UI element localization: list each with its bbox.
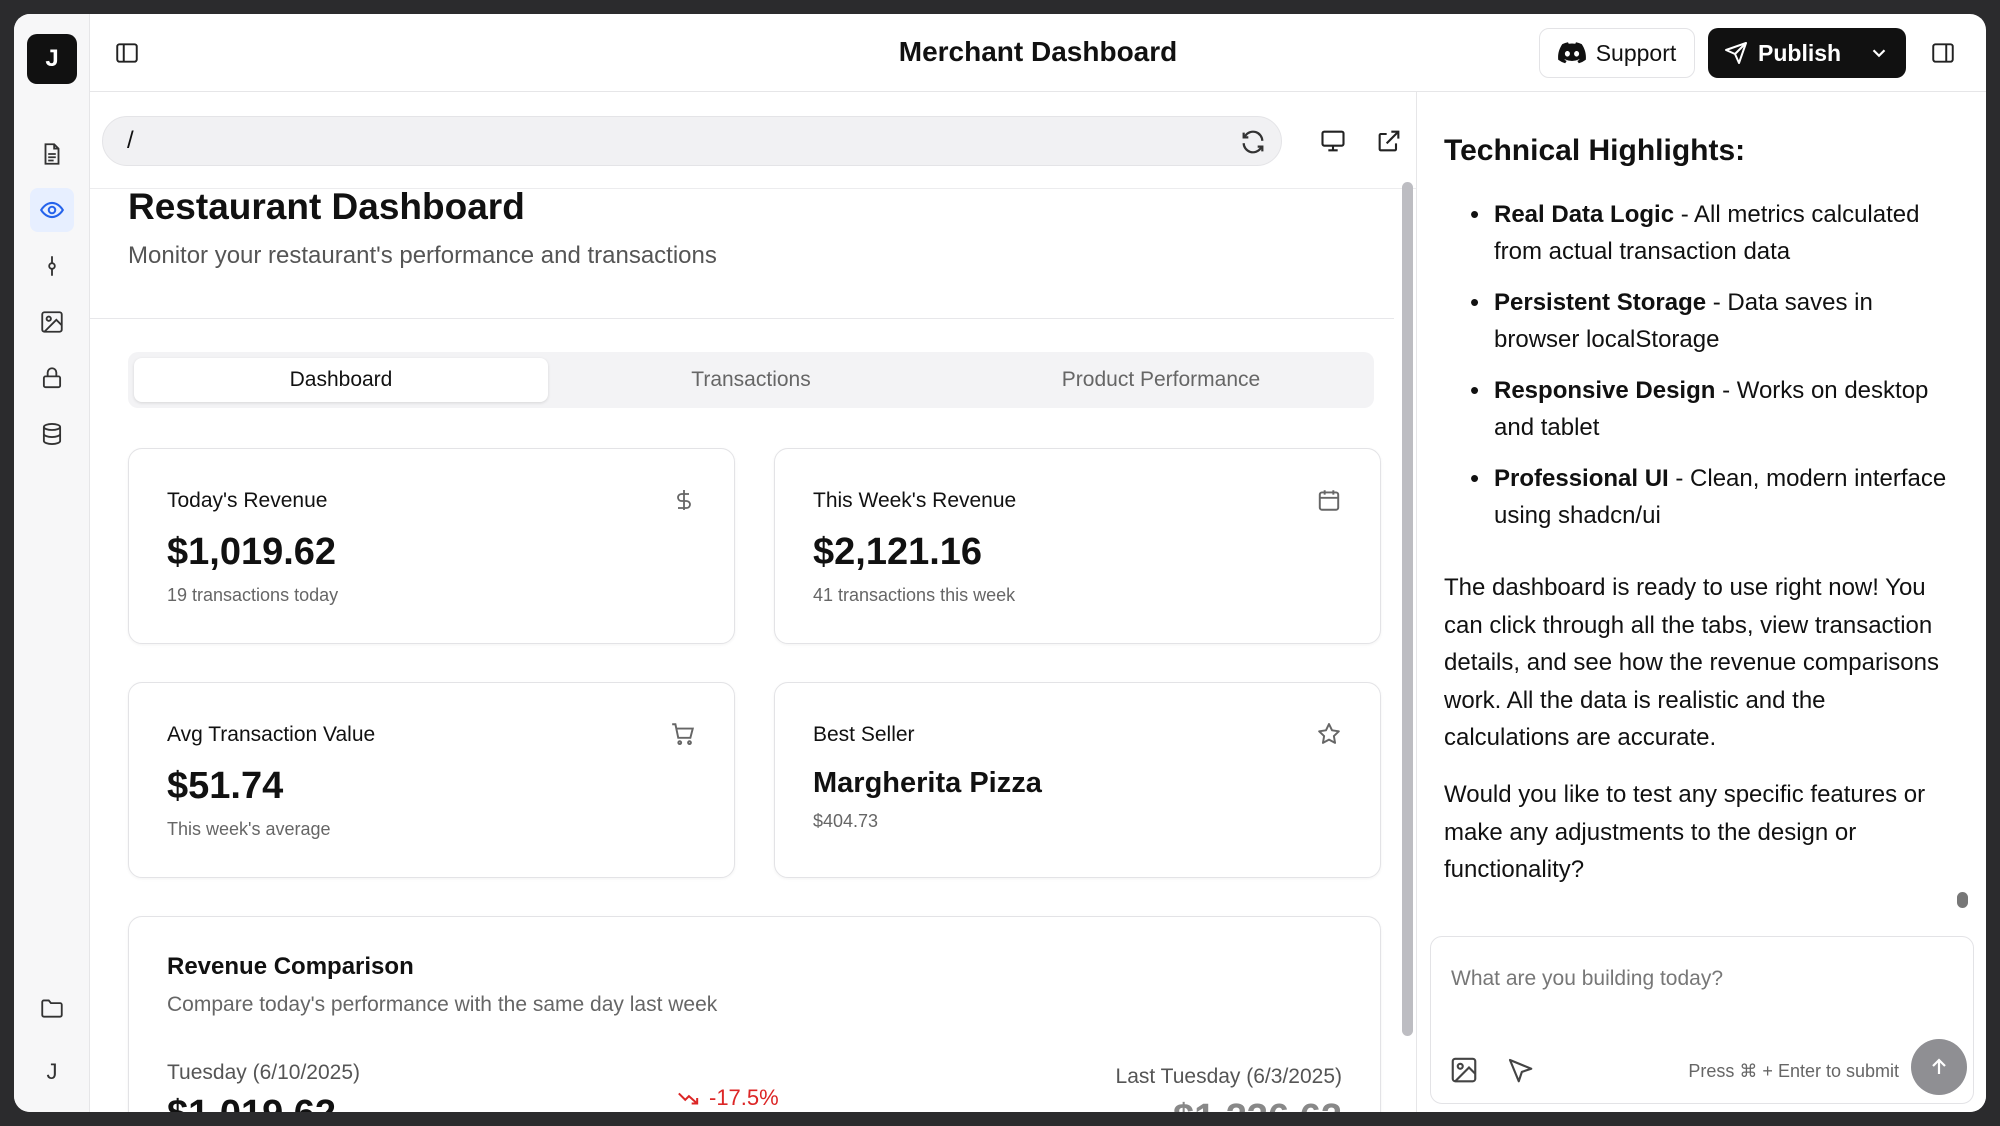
card-subtext: $404.73 — [813, 811, 879, 831]
tab-transactions[interactable]: Transactions — [544, 358, 958, 402]
card-subtext: 19 transactions today — [167, 585, 339, 605]
card-value: $1,019.62 — [167, 531, 337, 573]
chat-paragraph: The dashboard is ready to use right now!… — [1444, 574, 1939, 751]
url-bar[interactable]: / — [102, 116, 1282, 166]
panel-right-icon — [1932, 43, 1954, 63]
highlights-list: Real Data Logic - All metrics calculated… — [1444, 196, 1954, 548]
highlight-title: Responsive Design — [1494, 377, 1716, 404]
change-percent: -17.5% — [709, 1085, 779, 1110]
list-item: Real Data Logic - All metrics calculated… — [1444, 196, 1954, 270]
highlight-title: Professional UI — [1494, 465, 1669, 492]
publish-label: Publish — [1758, 39, 1842, 66]
workspace-logo[interactable]: J — [27, 34, 77, 84]
card-label: Today's Revenue — [167, 489, 328, 512]
previous-day-value: $1,236.62 — [1173, 1097, 1342, 1112]
external-link-icon — [1378, 130, 1400, 152]
monitor-icon — [1321, 130, 1345, 152]
preview-button[interactable] — [30, 188, 74, 232]
security-button[interactable] — [30, 356, 74, 400]
file-icon — [44, 143, 60, 165]
highlight-title: Real Data Logic — [1494, 201, 1675, 228]
database-button[interactable] — [30, 412, 74, 456]
top-bar: Merchant Dashboard Support Publish — [90, 14, 1986, 92]
support-label: Support — [1595, 39, 1677, 66]
chevron-down-icon[interactable] — [1868, 42, 1890, 64]
todays-revenue-card: Today's Revenue $1,019.62 19 transaction… — [128, 448, 735, 644]
current-day-label: Tuesday (6/10/2025) — [167, 1061, 361, 1084]
refresh-icon[interactable] — [1239, 128, 1267, 156]
preview-scrollbar[interactable] — [1402, 182, 1413, 1036]
assets-button[interactable] — [30, 300, 74, 344]
projects-button[interactable] — [30, 986, 74, 1030]
discord-icon — [1557, 42, 1586, 64]
select-element-icon[interactable] — [1505, 1055, 1535, 1085]
git-commit-icon — [48, 256, 56, 276]
user-avatar[interactable]: J — [30, 1050, 74, 1094]
trending-down-icon — [678, 1092, 699, 1105]
revenue-change: -17.5% — [675, 1085, 779, 1111]
publish-button[interactable]: Publish — [1708, 28, 1906, 78]
chat-input[interactable]: What are you building today? Press ⌘ + E… — [1430, 936, 1974, 1104]
folder-icon — [41, 999, 63, 1018]
open-in-new-tab-button[interactable] — [1372, 124, 1406, 158]
database-icon — [42, 423, 62, 445]
app-title: Merchant Dashboard — [898, 36, 1178, 67]
device-preview-button[interactable] — [1316, 124, 1350, 158]
list-item: Persistent Storage - Data saves in brows… — [1444, 284, 1954, 358]
code-files-button[interactable] — [30, 132, 74, 176]
cart-icon — [672, 723, 695, 746]
send-icon — [1725, 42, 1747, 64]
current-day-value: $1,019.62 — [167, 1093, 336, 1112]
card-value: Margherita Pizza — [813, 767, 1042, 799]
chat-scrollbar[interactable] — [1957, 892, 1968, 908]
card-label: This Week's Revenue — [813, 489, 1017, 512]
section-title: Revenue Comparison — [167, 953, 414, 980]
chat-panel: Technical Highlights: Real Data Logic - … — [1416, 92, 1986, 1112]
weekly-revenue-card: This Week's Revenue $2,121.16 41 transac… — [774, 448, 1381, 644]
previous-day-label: Last Tuesday (6/3/2025) — [1115, 1065, 1342, 1088]
list-item: Responsive Design - Works on desktop and… — [1444, 372, 1954, 446]
revenue-comparison-card: Revenue Comparison Compare today's perfo… — [128, 916, 1381, 1112]
tab-list: Dashboard Transactions Product Performan… — [128, 352, 1374, 408]
tab-product-performance[interactable]: Product Performance — [954, 358, 1368, 402]
chat-input-placeholder: What are you building today? — [1451, 967, 1724, 990]
toggle-chat-panel-button[interactable] — [1924, 34, 1962, 72]
chat-paragraph: Would you like to test any specific feat… — [1444, 781, 1926, 883]
card-subtext: This week's average — [167, 819, 331, 839]
list-item: Professional UI - Clean, modern interfac… — [1444, 460, 1954, 534]
card-label: Best Seller — [813, 723, 915, 746]
star-icon — [1318, 723, 1340, 744]
arrow-up-icon — [1932, 1058, 1946, 1074]
url-path: / — [127, 127, 134, 154]
lock-icon — [42, 367, 62, 389]
image-icon — [41, 311, 63, 333]
page-subtitle: Monitor your restaurant's performance an… — [128, 242, 717, 269]
app-window: J J Merchant Dashboard Support Publish /… — [14, 14, 1986, 1112]
card-label: Avg Transaction Value — [167, 723, 376, 746]
submit-hint: Press ⌘ + Enter to submit — [1688, 1061, 1899, 1081]
card-value: $51.74 — [167, 765, 284, 807]
card-subtext: 41 transactions this week — [813, 585, 1016, 605]
best-seller-card: Best Seller Margherita Pizza $404.73 — [774, 682, 1381, 878]
calendar-icon — [1318, 490, 1340, 511]
preview-pane: / Restaurant Dashboard Monitor your rest… — [90, 92, 1416, 1112]
eye-icon — [39, 201, 65, 219]
highlight-title: Persistent Storage — [1494, 289, 1707, 316]
card-value: $2,121.16 — [813, 531, 983, 573]
send-button[interactable] — [1911, 1039, 1967, 1095]
page-title: Restaurant Dashboard — [128, 186, 525, 227]
support-button[interactable]: Support — [1539, 28, 1695, 78]
chat-heading: Technical Highlights: — [1444, 134, 1746, 167]
attach-image-icon[interactable] — [1449, 1055, 1479, 1085]
tab-dashboard[interactable]: Dashboard — [134, 358, 548, 402]
version-history-button[interactable] — [30, 244, 74, 288]
avg-transaction-card: Avg Transaction Value $51.74 This week's… — [128, 682, 735, 878]
section-subtitle: Compare today's performance with the sam… — [167, 993, 718, 1016]
left-rail: J J — [14, 14, 90, 1112]
dollar-icon — [677, 490, 691, 510]
